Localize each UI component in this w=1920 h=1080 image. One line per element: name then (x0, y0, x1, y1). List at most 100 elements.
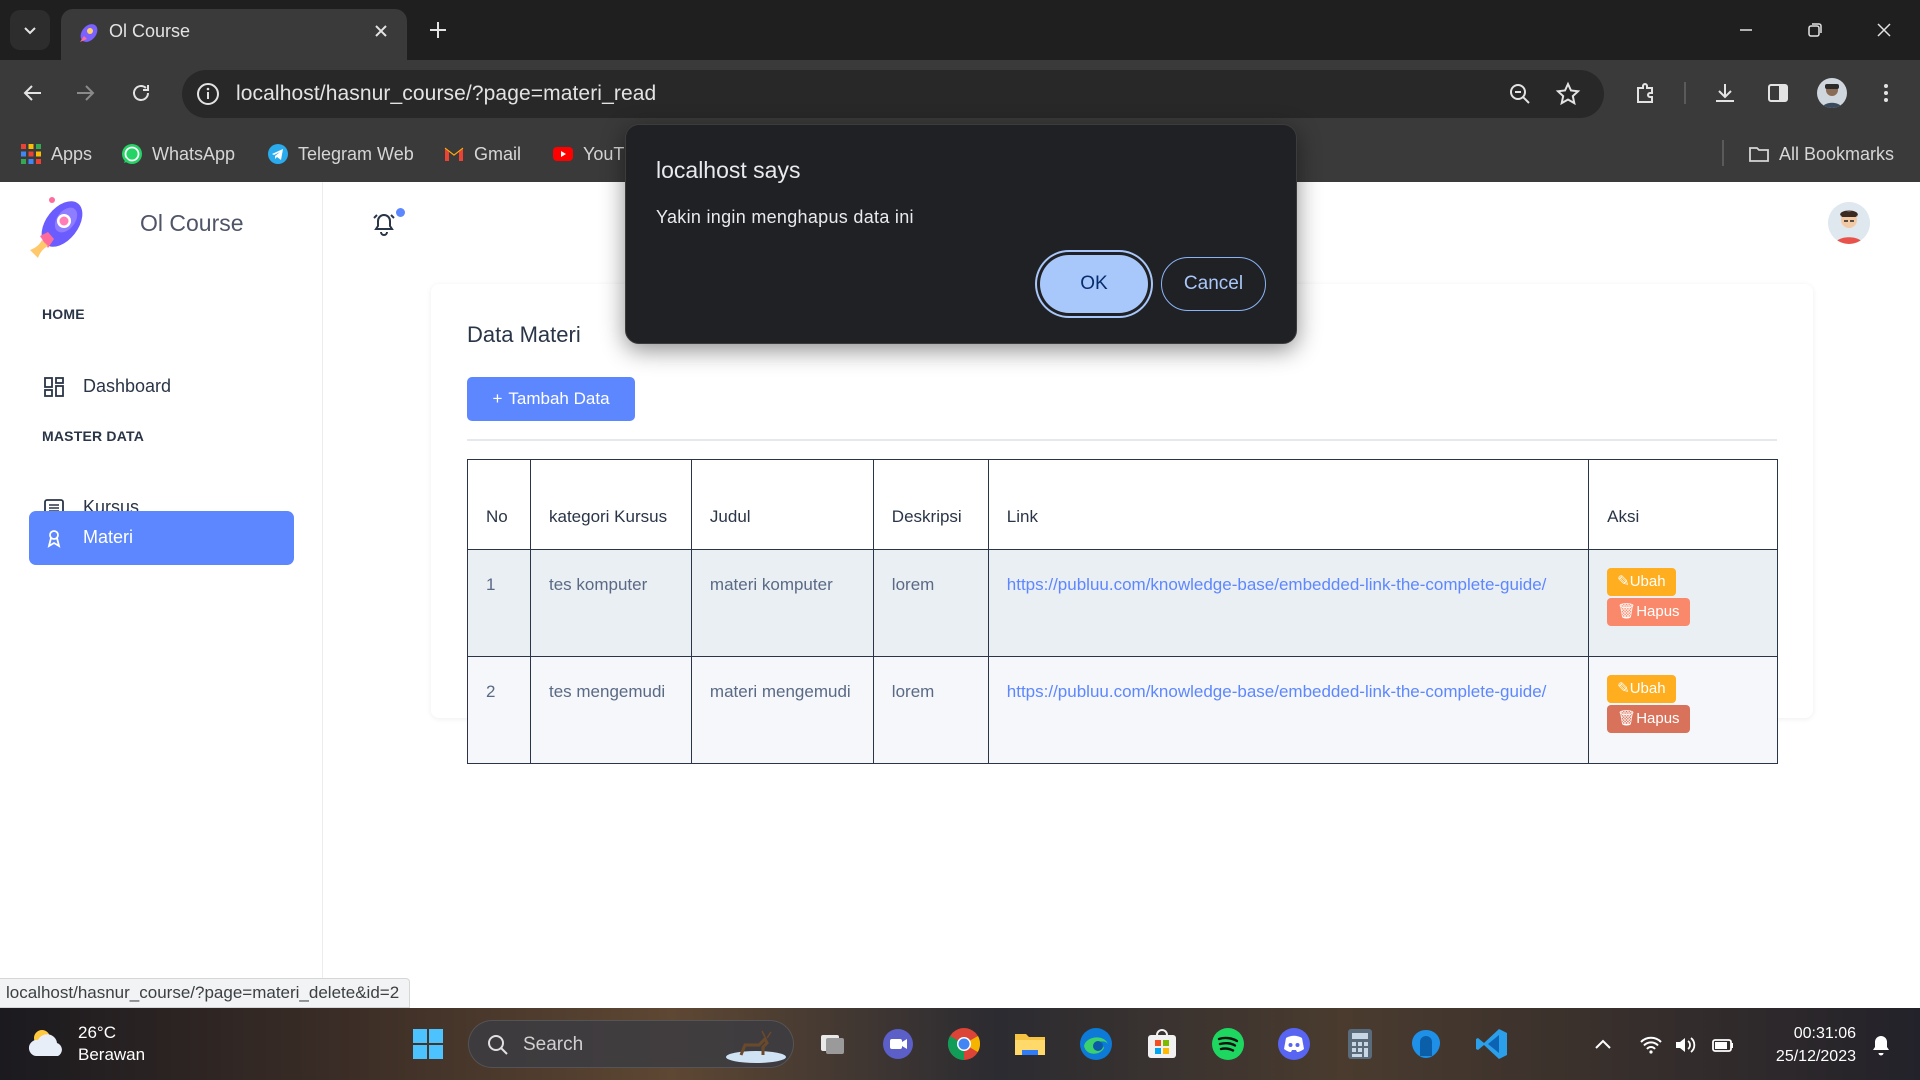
taskbar-search[interactable]: Search (468, 1020, 794, 1068)
extensions-button[interactable] (1630, 77, 1662, 109)
browser-toolbar: localhost/hasnur_course/?page=materi_rea… (0, 60, 1920, 126)
trash-icon: 🗑 (1617, 710, 1637, 727)
add-data-label: Tambah Data (508, 389, 610, 408)
sidebar-item-label: Materi (83, 527, 134, 547)
taskbar-calculator[interactable] (1340, 1024, 1380, 1064)
url-text[interactable]: localhost/hasnur_course/?page=materi_rea… (236, 82, 656, 106)
cell-deskripsi: lorem (872, 656, 989, 764)
download-icon (1716, 84, 1734, 102)
close-icon[interactable] (369, 19, 393, 43)
wifi-icon[interactable] (1638, 1032, 1664, 1058)
hapus-label: Hapus (1636, 603, 1680, 620)
clock-date: 25/12/2023 (1775, 1048, 1856, 1065)
taskbar-vscode[interactable] (1472, 1024, 1512, 1064)
weather-widget[interactable]: 26°C Berawan (26, 1022, 145, 1066)
bookmark-label: YouT (583, 143, 625, 164)
gmail-icon (444, 147, 464, 161)
trash-icon: 🗑 (1617, 603, 1637, 620)
youtube-icon (553, 147, 573, 161)
taskbar-file-explorer[interactable] (1010, 1024, 1050, 1064)
bookmark-label: Apps (51, 143, 93, 164)
ubah-button[interactable]: ✎Ubah (1607, 675, 1676, 703)
bookmark-telegram[interactable]: Telegram Web (267, 140, 414, 168)
add-data-button[interactable]: + Tambah Data (467, 377, 635, 421)
folder-icon (1015, 1034, 1045, 1055)
side-panel-icon (1768, 84, 1788, 102)
close-window-button[interactable] (1866, 12, 1902, 48)
ubah-button[interactable]: ✎Ubah (1607, 568, 1676, 596)
bell-icon[interactable] (370, 210, 398, 238)
taskbar-figma-app[interactable] (1406, 1024, 1446, 1064)
column-header-no: No (467, 459, 531, 550)
side-panel-button[interactable] (1762, 77, 1794, 109)
taskbar-clock[interactable]: 00:31:06 25/12/2023 (1760, 1022, 1856, 1068)
bookmark-apps[interactable]: Apps (20, 140, 92, 168)
user-avatar[interactable] (1828, 202, 1870, 244)
chevron-up-icon[interactable] (1590, 1032, 1616, 1058)
all-bookmarks-button[interactable]: All Bookmarks (1748, 140, 1894, 168)
cell-kategori: tes komputer (529, 549, 692, 657)
cell-deskripsi: lorem (872, 549, 989, 657)
restore-icon (1808, 23, 1822, 37)
sidebar-item-label: Dashboard (83, 376, 172, 396)
bookmark-whatsapp[interactable]: WhatsApp (121, 140, 235, 168)
notification-center-icon[interactable] (1868, 1032, 1894, 1058)
bookmark-gmail[interactable]: Gmail (443, 140, 521, 168)
section-master-data-label: MASTER DATA (42, 428, 145, 444)
minimize-button[interactable] (1728, 12, 1764, 48)
start-button[interactable] (408, 1024, 448, 1064)
taskbar-chrome[interactable] (944, 1024, 984, 1064)
sidebar-item-dashboard[interactable]: Dashboard (29, 360, 294, 414)
forward-button[interactable] (69, 77, 101, 109)
restore-button[interactable] (1797, 12, 1833, 48)
card-title: Data Materi (467, 322, 581, 347)
tab-search-button[interactable] (10, 10, 50, 50)
reload-button[interactable] (125, 77, 157, 109)
dashboard-icon (44, 377, 64, 397)
task-view-button[interactable] (812, 1024, 852, 1064)
folder-icon (1749, 147, 1769, 162)
sidebar-item-materi[interactable]: Materi (29, 511, 294, 565)
section-home-label: HOME (42, 306, 85, 322)
cell-no: 1 (467, 549, 531, 657)
cell-link: https://publuu.com/knowledge-base/embedd… (987, 656, 1590, 764)
back-button[interactable] (17, 77, 49, 109)
new-tab-plus-icon[interactable] (424, 16, 452, 44)
materi-link[interactable]: https://publuu.com/knowledge-base/embedd… (1007, 682, 1547, 701)
dialog-cancel-button[interactable]: Cancel (1161, 257, 1266, 311)
tab-title: Ol Course (109, 21, 191, 41)
address-bar[interactable]: localhost/hasnur_course/?page=materi_rea… (182, 70, 1604, 118)
taskbar-microsoft-store[interactable] (1142, 1024, 1182, 1064)
profile-avatar[interactable] (1817, 78, 1847, 108)
search-highlight-deer-icon (726, 1030, 786, 1063)
search-icon (488, 1035, 508, 1055)
hapus-button[interactable]: 🗑Hapus (1607, 705, 1690, 733)
vscode-icon (1476, 1029, 1507, 1059)
cell-kategori: tes mengemudi (529, 656, 692, 764)
edit-icon: ✎ (1617, 573, 1630, 590)
dialog-ok-button[interactable]: OK (1040, 255, 1148, 313)
volume-icon[interactable] (1672, 1032, 1698, 1058)
hapus-button[interactable]: 🗑Hapus (1607, 598, 1690, 626)
materi-link[interactable]: https://publuu.com/knowledge-base/embedd… (1007, 575, 1547, 594)
bookmarks-divider (1722, 140, 1724, 166)
telegram-icon (268, 144, 288, 164)
table-header-row: No kategori Kursus Judul Deskripsi Link … (467, 459, 1778, 550)
site-info-icon[interactable] (194, 80, 222, 108)
cell-aksi: ✎Ubah 🗑Hapus (1588, 549, 1778, 657)
taskbar-discord[interactable] (1274, 1024, 1314, 1064)
downloads-button[interactable] (1709, 77, 1741, 109)
browser-tab[interactable]: Ol Course (61, 9, 407, 60)
battery-icon[interactable] (1710, 1032, 1736, 1058)
taskbar-teams-meet[interactable] (878, 1024, 918, 1064)
taskbar-edge[interactable] (1076, 1024, 1116, 1064)
column-header-deskripsi: Deskripsi (872, 459, 989, 550)
star-icon[interactable] (1554, 80, 1582, 108)
brand-name[interactable]: Ol Course (140, 210, 244, 237)
chrome-menu-button[interactable] (1870, 77, 1902, 109)
bookmark-youtube[interactable]: YouT (552, 140, 624, 168)
dialog-title: localhost says (656, 157, 801, 183)
ubah-label: Ubah (1629, 573, 1666, 590)
zoom-icon[interactable] (1506, 80, 1534, 108)
taskbar-spotify[interactable] (1208, 1024, 1248, 1064)
